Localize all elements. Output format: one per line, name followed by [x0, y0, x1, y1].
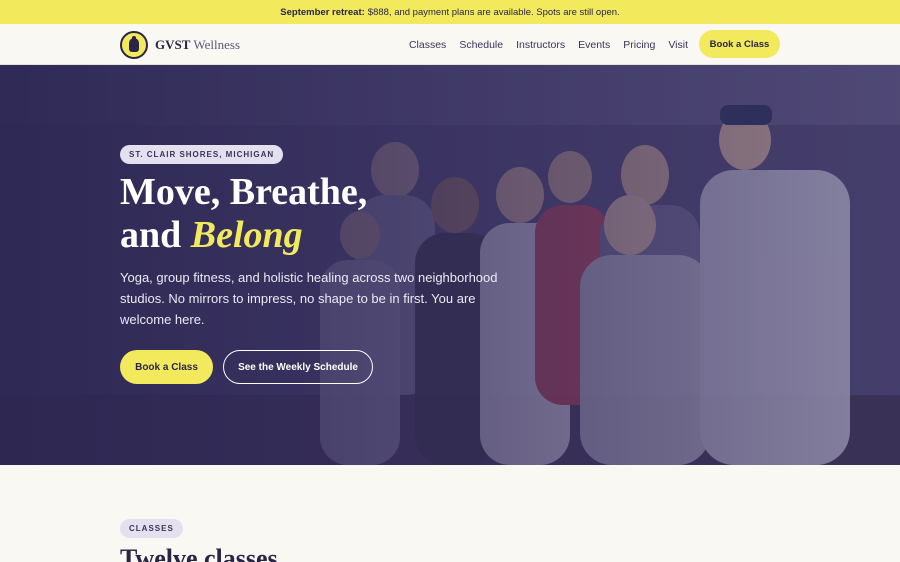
nav-item-instructors[interactable]: Instructors	[516, 39, 565, 51]
site-header: GVST Wellness Classes Schedule Instructor…	[0, 24, 900, 65]
logo[interactable]: GVST Wellness	[120, 31, 240, 59]
hero-overlay	[0, 65, 900, 465]
hero-title-line1: Move, Breathe,	[120, 171, 368, 213]
announcement-text: $888, and payment plans are available. S…	[367, 6, 620, 18]
announcement-highlight: September retreat:	[280, 6, 365, 18]
nav-item-schedule[interactable]: Schedule	[459, 39, 503, 51]
hero-description: Yoga, group fitness, and holistic healin…	[120, 270, 498, 327]
nav-item-pricing[interactable]: Pricing	[623, 39, 655, 51]
classes-section-title: Twelve classes	[120, 544, 278, 562]
nav-item-classes[interactable]: Classes	[409, 39, 446, 51]
main-nav: Classes Schedule Instructors Events Pric…	[409, 24, 688, 65]
hero-title-line2: and	[120, 214, 191, 256]
nav-book-class-button[interactable]: Book a Class	[699, 30, 780, 58]
hero-title-accent: Belong	[190, 214, 303, 256]
location-badge: ST. CLAIR SHORES, MICHIGAN	[120, 145, 284, 164]
classes-section-badge: CLASSES	[120, 519, 183, 538]
logo-icon	[120, 31, 148, 59]
weekly-schedule-button[interactable]: See the Weekly Schedule	[223, 350, 373, 384]
announcement-bar: September retreat: $888, and payment pla…	[0, 0, 900, 24]
hero-title: Move, Breathe, and Belong	[120, 171, 540, 257]
hero-book-class-button[interactable]: Book a Class	[120, 350, 213, 384]
logo-subtitle: Wellness	[193, 37, 241, 52]
logo-brand: GVST	[155, 37, 191, 52]
hero: ST. CLAIR SHORES, MICHIGAN Move, Breathe…	[0, 65, 900, 465]
nav-item-visit[interactable]: Visit	[668, 39, 688, 51]
nav-item-events[interactable]: Events	[578, 39, 610, 51]
